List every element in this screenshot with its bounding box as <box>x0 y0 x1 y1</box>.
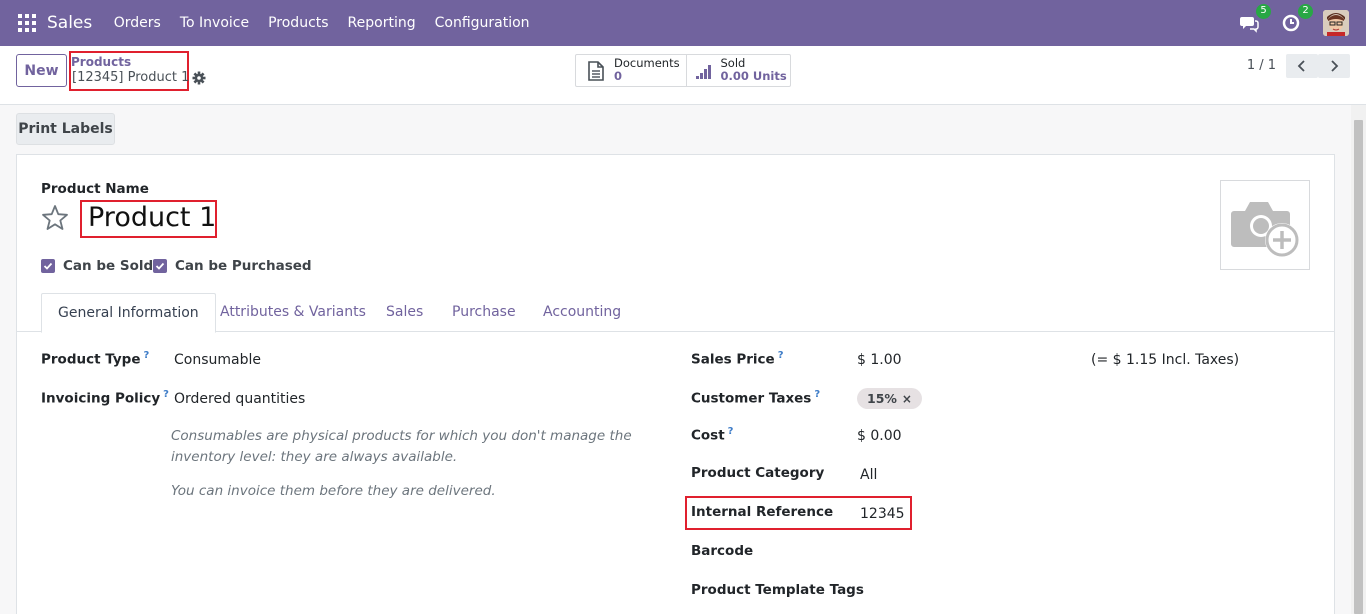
activities-icon[interactable]: 2 <box>1281 4 1313 33</box>
sales-price-label: Sales Price? <box>691 350 784 368</box>
tab-accounting[interactable]: Accounting <box>543 293 621 332</box>
gear-icon[interactable] <box>192 71 206 85</box>
new-button[interactable]: New <box>16 54 67 87</box>
cost-label: Cost? <box>691 426 734 444</box>
documents-count: 0 <box>614 69 623 83</box>
messages-badge: 5 <box>1256 4 1271 19</box>
can-be-purchased-label: Can be Purchased <box>175 258 312 274</box>
customer-taxes-label: Customer Taxes? <box>691 389 821 407</box>
incl-taxes-text: (= $ 1.15 Incl. Taxes) <box>1091 352 1240 368</box>
internal-reference-label: Internal Reference <box>691 504 834 520</box>
menu-configuration[interactable]: Configuration <box>425 15 539 31</box>
checkbox-checked-icon[interactable] <box>153 259 167 273</box>
sold-value: 0.00 Units <box>720 69 787 83</box>
print-labels-button[interactable]: Print Labels <box>16 113 115 145</box>
control-panel: New Products [12345] Product 1 Documents… <box>0 46 1366 105</box>
consumable-help-text: Consumables are physical products for wh… <box>171 428 632 465</box>
messages-icon[interactable]: 5 <box>1239 4 1271 33</box>
help-tooltip-icon[interactable]: ? <box>728 426 734 437</box>
star-icon[interactable] <box>41 204 69 232</box>
help-tooltip-icon[interactable]: ? <box>143 350 149 361</box>
breadcrumb-products[interactable]: Products <box>71 55 131 69</box>
form-sheet: Product Name Product 1 Can be Sold Can b… <box>16 154 1335 614</box>
sales-price-field[interactable]: $ 1.00 <box>857 352 902 368</box>
product-type-field[interactable]: Consumable <box>174 352 261 368</box>
tab-general-information[interactable]: General Information <box>41 293 216 333</box>
help-tooltip-icon[interactable]: ? <box>163 389 169 400</box>
sold-smart-button[interactable]: Sold 0.00 Units <box>686 55 790 86</box>
product-category-label: Product Category <box>691 465 825 481</box>
menu-products[interactable]: Products <box>259 15 338 31</box>
pager-previous-button[interactable] <box>1286 54 1318 78</box>
product-category-field[interactable]: All <box>860 467 877 483</box>
pager-value[interactable]: 1 / 1 <box>1247 58 1276 73</box>
documents-smart-button[interactable]: Documents 0 <box>576 55 686 86</box>
top-navbar: Sales Orders To Invoice Products Reporti… <box>0 0 1366 46</box>
vertical-scrollbar[interactable] <box>1351 105 1366 614</box>
invoicing-policy-label: Invoicing Policy? <box>41 389 169 407</box>
pager-next-button[interactable] <box>1318 54 1350 78</box>
signal-bars-icon <box>696 65 712 79</box>
invoicing-policy-field[interactable]: Ordered quantities <box>174 391 305 407</box>
invoice-help-text: You can invoice them before they are del… <box>171 483 496 499</box>
tab-purchase[interactable]: Purchase <box>452 293 516 332</box>
tab-attributes-variants[interactable]: Attributes & Variants <box>220 293 366 332</box>
can-be-purchased-checkbox[interactable]: Can be Purchased <box>153 258 312 274</box>
apps-menu-icon[interactable] <box>18 14 36 32</box>
chevron-left-icon <box>1297 60 1305 72</box>
app-name[interactable]: Sales <box>47 13 92 33</box>
tax-tag: 15% × <box>857 388 922 409</box>
user-avatar[interactable] <box>1323 10 1349 36</box>
barcode-label: Barcode <box>691 543 754 559</box>
cost-field[interactable]: $ 0.00 <box>857 428 902 444</box>
chevron-right-icon <box>1331 60 1339 72</box>
activities-badge: 2 <box>1298 4 1313 19</box>
internal-reference-field[interactable]: 12345 <box>860 506 905 522</box>
can-be-sold-label: Can be Sold <box>63 258 154 274</box>
remove-tag-icon[interactable]: × <box>902 392 912 406</box>
form-tabs: General Information Attributes & Variant… <box>17 293 1334 333</box>
scrollbar-thumb[interactable] <box>1354 120 1363 614</box>
menu-orders[interactable]: Orders <box>104 15 170 31</box>
help-tooltip-icon[interactable]: ? <box>814 389 820 400</box>
menu-reporting[interactable]: Reporting <box>338 15 425 31</box>
checkbox-checked-icon[interactable] <box>41 259 55 273</box>
product-type-label: Product Type? <box>41 350 150 368</box>
camera-add-icon <box>1231 202 1299 257</box>
menu-to-invoice[interactable]: To Invoice <box>170 15 258 31</box>
tab-sales[interactable]: Sales <box>386 293 423 332</box>
document-icon <box>588 61 604 81</box>
smart-buttons: Documents 0 Sold 0.00 Units <box>575 54 791 87</box>
help-tooltip-icon[interactable]: ? <box>778 350 784 361</box>
product-name-input[interactable]: Product 1 <box>88 202 216 233</box>
can-be-sold-checkbox[interactable]: Can be Sold <box>41 258 153 274</box>
documents-label: Documents <box>614 56 680 70</box>
breadcrumb-current: [12345] Product 1 <box>72 70 190 85</box>
product-name-label: Product Name <box>41 181 149 197</box>
product-image-upload[interactable] <box>1220 180 1310 270</box>
template-tags-label: Product Template Tags <box>691 582 864 598</box>
